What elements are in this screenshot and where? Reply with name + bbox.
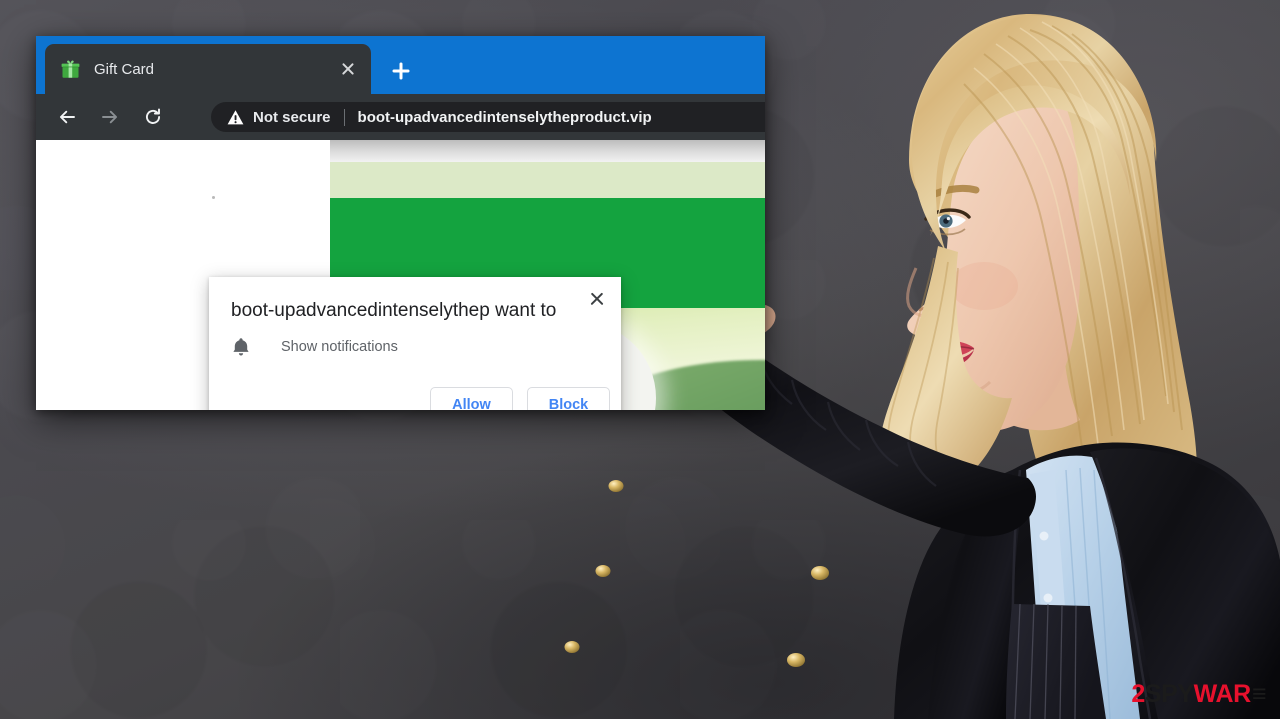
gift-box-icon [61,60,80,79]
watermark-part-1: 2 [1131,680,1145,708]
tab-close-icon[interactable] [333,54,363,84]
omnibox-divider [343,108,345,126]
browser-tab-gift-card[interactable]: Gift Card [45,44,371,94]
forward-button[interactable] [93,100,127,134]
block-button[interactable]: Block [527,387,610,410]
address-bar[interactable]: Not secure boot-upadvancedintenselythepr… [211,102,765,132]
browser-window: Gift Card Not secure boot-upadvancedinte… [36,36,765,410]
page-top-bar [330,140,765,162]
page-viewport: boot-upadvancedintenselythep want to Sho… [36,140,765,410]
bell-icon [232,337,250,357]
dialog-close-icon[interactable] [584,286,610,312]
dialog-title: boot-upadvancedintenselythep want to [231,300,557,321]
security-status-badge[interactable]: Not secure [253,109,331,126]
new-tab-button[interactable] [388,58,414,84]
reload-button[interactable] [136,100,170,134]
dialog-actions: Allow Block [430,387,610,410]
watermark-part-3: WAR [1193,680,1252,708]
back-button[interactable] [50,100,84,134]
tab-title: Gift Card [94,60,155,78]
allow-button[interactable]: Allow [430,387,513,410]
permission-label: Show notifications [281,339,398,355]
permission-row: Show notifications [232,337,398,357]
page-light-band [330,162,765,198]
watermark-part-2: SPY [1144,680,1194,708]
watermark-part-4: ≡ [1251,680,1267,708]
tab-strip: Gift Card [36,36,765,94]
page-speck [212,196,215,199]
watermark-2spyware: 2 SPY WAR ≡ [1131,682,1266,707]
notification-permission-dialog: boot-upadvancedintenselythep want to Sho… [209,277,621,410]
blazer-buttons [564,480,829,667]
warning-triangle-icon [227,109,244,126]
url-text[interactable]: boot-upadvancedintenselytheproduct.vip [358,109,652,126]
